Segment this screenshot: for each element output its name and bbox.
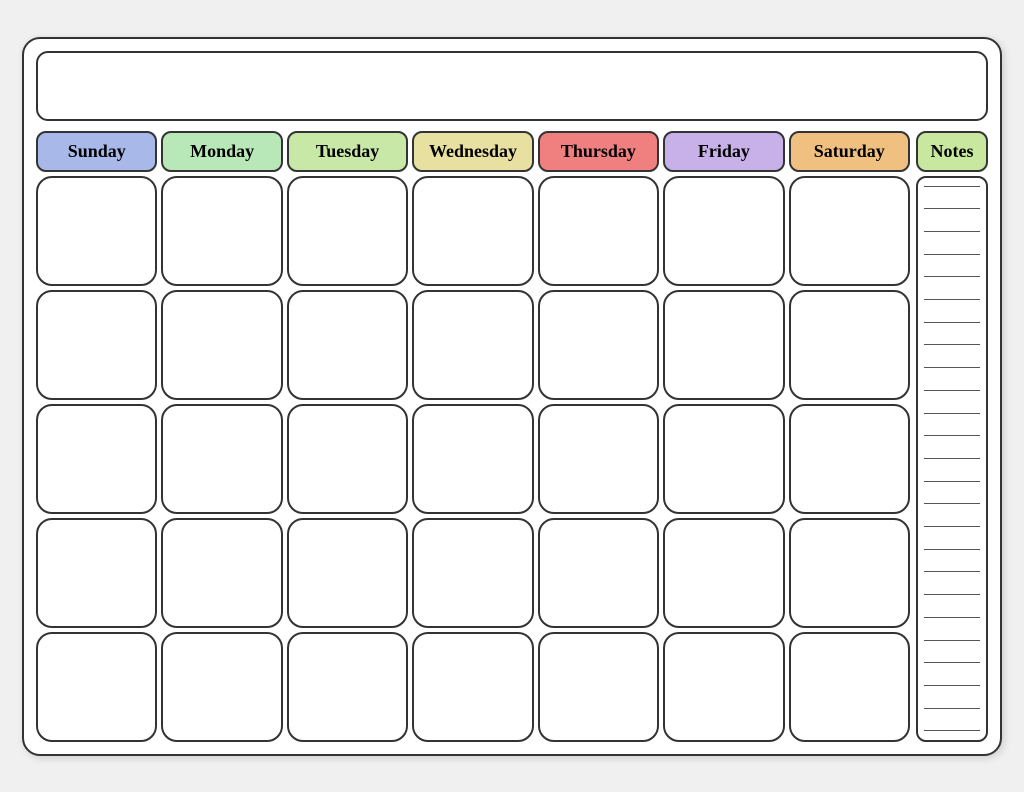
header-wednesday: Wednesday bbox=[412, 131, 533, 172]
week-row-5 bbox=[36, 632, 910, 742]
weeks-container bbox=[36, 176, 910, 742]
sunday-label: Sunday bbox=[68, 141, 126, 161]
cell-w4-tue[interactable] bbox=[287, 518, 408, 628]
cell-w5-tue[interactable] bbox=[287, 632, 408, 742]
note-line-8 bbox=[924, 344, 980, 345]
notes-section: Notes bbox=[916, 131, 988, 742]
cell-w2-fri[interactable] bbox=[663, 290, 784, 400]
note-line-11 bbox=[924, 413, 980, 414]
note-line-4 bbox=[924, 254, 980, 255]
cell-w1-mon[interactable] bbox=[161, 176, 282, 286]
note-line-9 bbox=[924, 367, 980, 368]
cell-w4-mon[interactable] bbox=[161, 518, 282, 628]
tuesday-label: Tuesday bbox=[316, 141, 379, 161]
note-line-10 bbox=[924, 390, 980, 391]
note-line-6 bbox=[924, 299, 980, 300]
cell-w2-wed[interactable] bbox=[412, 290, 533, 400]
week-row-3 bbox=[36, 404, 910, 514]
cell-w3-sun[interactable] bbox=[36, 404, 157, 514]
header-thursday: Thursday bbox=[538, 131, 659, 172]
note-line-13 bbox=[924, 458, 980, 459]
note-line-12 bbox=[924, 435, 980, 436]
cell-w4-sun[interactable] bbox=[36, 518, 157, 628]
header-friday: Friday bbox=[663, 131, 784, 172]
cell-w1-sun[interactable] bbox=[36, 176, 157, 286]
header-sunday: Sunday bbox=[36, 131, 157, 172]
cell-w3-fri[interactable] bbox=[663, 404, 784, 514]
notes-header: Notes bbox=[916, 131, 988, 172]
cell-w3-tue[interactable] bbox=[287, 404, 408, 514]
friday-label: Friday bbox=[698, 141, 750, 161]
main-grid: Sunday Monday Tuesday Wednesday Thursday… bbox=[36, 131, 910, 742]
note-line-2 bbox=[924, 208, 980, 209]
note-line-25 bbox=[924, 730, 980, 731]
cell-w5-wed[interactable] bbox=[412, 632, 533, 742]
monday-label: Monday bbox=[190, 141, 254, 161]
wednesday-label: Wednesday bbox=[429, 141, 517, 161]
note-line-5 bbox=[924, 276, 980, 277]
note-line-23 bbox=[924, 685, 980, 686]
notes-lines[interactable] bbox=[916, 176, 988, 742]
cell-w5-sun[interactable] bbox=[36, 632, 157, 742]
note-line-21 bbox=[924, 640, 980, 641]
cell-w3-mon[interactable] bbox=[161, 404, 282, 514]
cell-w3-wed[interactable] bbox=[412, 404, 533, 514]
note-line-14 bbox=[924, 481, 980, 482]
calendar-wrapper: Sunday Monday Tuesday Wednesday Thursday… bbox=[22, 37, 1002, 756]
note-line-16 bbox=[924, 526, 980, 527]
note-line-15 bbox=[924, 503, 980, 504]
cell-w2-thu[interactable] bbox=[538, 290, 659, 400]
header-row: Sunday Monday Tuesday Wednesday Thursday… bbox=[36, 131, 910, 172]
title-bar[interactable] bbox=[36, 51, 988, 121]
header-tuesday: Tuesday bbox=[287, 131, 408, 172]
week-row-2 bbox=[36, 290, 910, 400]
note-line-22 bbox=[924, 662, 980, 663]
cell-w4-wed[interactable] bbox=[412, 518, 533, 628]
notes-label: Notes bbox=[931, 141, 974, 161]
note-line-18 bbox=[924, 571, 980, 572]
saturday-label: Saturday bbox=[814, 141, 885, 161]
note-line-24 bbox=[924, 708, 980, 709]
cell-w3-thu[interactable] bbox=[538, 404, 659, 514]
cell-w5-fri[interactable] bbox=[663, 632, 784, 742]
cell-w2-sat[interactable] bbox=[789, 290, 910, 400]
cell-w5-thu[interactable] bbox=[538, 632, 659, 742]
cell-w2-mon[interactable] bbox=[161, 290, 282, 400]
cell-w1-tue[interactable] bbox=[287, 176, 408, 286]
cell-w1-thu[interactable] bbox=[538, 176, 659, 286]
cell-w4-thu[interactable] bbox=[538, 518, 659, 628]
cell-w5-sat[interactable] bbox=[789, 632, 910, 742]
cell-w1-wed[interactable] bbox=[412, 176, 533, 286]
cell-w2-tue[interactable] bbox=[287, 290, 408, 400]
cell-w1-sat[interactable] bbox=[789, 176, 910, 286]
header-monday: Monday bbox=[161, 131, 282, 172]
cell-w4-sat[interactable] bbox=[789, 518, 910, 628]
thursday-label: Thursday bbox=[561, 141, 636, 161]
note-line-20 bbox=[924, 617, 980, 618]
week-row-1 bbox=[36, 176, 910, 286]
note-line-17 bbox=[924, 549, 980, 550]
cell-w3-sat[interactable] bbox=[789, 404, 910, 514]
cell-w5-mon[interactable] bbox=[161, 632, 282, 742]
cell-w1-fri[interactable] bbox=[663, 176, 784, 286]
header-saturday: Saturday bbox=[789, 131, 910, 172]
cell-w4-fri[interactable] bbox=[663, 518, 784, 628]
note-line-1 bbox=[924, 186, 980, 187]
week-row-4 bbox=[36, 518, 910, 628]
note-line-3 bbox=[924, 231, 980, 232]
cell-w2-sun[interactable] bbox=[36, 290, 157, 400]
note-line-7 bbox=[924, 322, 980, 323]
calendar-body: Sunday Monday Tuesday Wednesday Thursday… bbox=[36, 131, 988, 742]
note-line-19 bbox=[924, 594, 980, 595]
